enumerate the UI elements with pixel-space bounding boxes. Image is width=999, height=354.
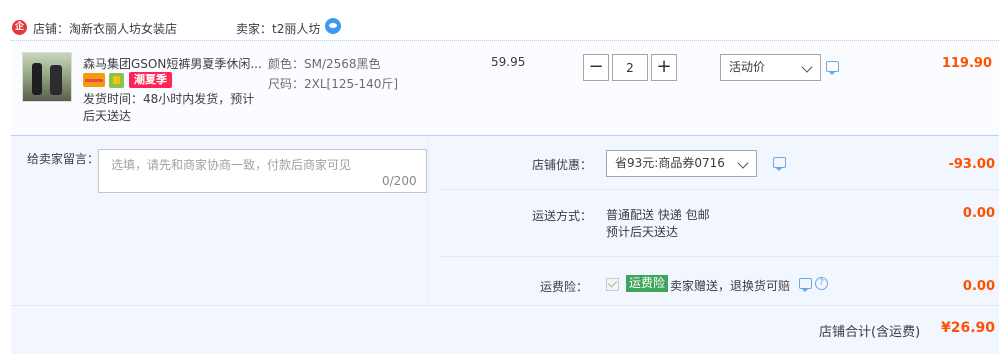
ship-time: 发货时间：48小时内发货，预计后天送达 <box>83 92 255 123</box>
quantity-decrease-button[interactable]: − <box>583 54 609 81</box>
delivery-method: 普通配送 快递 包邮 <box>606 208 710 222</box>
promotion-select-value: 活动价 <box>729 60 766 74</box>
message-placeholder: 选填，请先和商家协商一致，付款后商家可见 <box>111 158 352 172</box>
item-total: 119.90 <box>941 56 992 71</box>
product-thumbnail[interactable] <box>22 52 72 102</box>
discount-amount: -93.00 <box>948 157 995 172</box>
coupon-select[interactable]: 省93元:商品券0716 <box>606 150 757 177</box>
quantity-input[interactable] <box>612 54 648 81</box>
shop-name[interactable]: 店铺：淘新衣丽人坊女装店 <box>33 20 177 37</box>
coupon-select-value: 省93元:商品券0716 <box>615 156 725 170</box>
message-label: 给卖家留言： <box>27 152 100 166</box>
seller-name[interactable]: 卖家：t2丽人坊 <box>236 20 320 37</box>
shop-total-amount: ¥26.90 <box>940 320 995 336</box>
credit-card-icon <box>83 73 105 87</box>
chevron-down-icon <box>801 61 813 73</box>
divider <box>440 189 999 190</box>
chevron-down-icon <box>737 157 749 169</box>
promo-message-icon[interactable] <box>826 61 839 75</box>
delivery-label: 运送方式： <box>532 209 593 223</box>
sku-size: 尺码：2XL[125-140斤] <box>268 77 399 91</box>
product-title[interactable]: 森马集团GSON短裤男夏季休闲... <box>83 55 263 72</box>
shop-icon: 企 <box>12 20 27 35</box>
coupon-message-icon[interactable] <box>773 157 786 171</box>
delivery-info: 普通配送 快递 包邮 预计后天送达 <box>606 207 710 241</box>
delivery-eta: 预计后天送达 <box>606 225 679 239</box>
shop-total-label: 店铺合计(含运费) <box>819 325 921 340</box>
help-icon[interactable]: ? <box>815 277 828 290</box>
insurance-text: 卖家赠送，退换货可赔 <box>670 279 791 293</box>
insurance-checkbox[interactable] <box>606 278 619 291</box>
insurance-message-icon[interactable] <box>799 278 812 292</box>
insurance-amount: 0.00 <box>962 279 995 294</box>
wangwang-chat-icon[interactable] <box>325 18 341 34</box>
delivery-amount: 0.00 <box>962 206 995 221</box>
quantity-increase-button[interactable]: + <box>651 54 677 81</box>
promotion-select[interactable]: 活动价 <box>720 54 821 81</box>
gift-icon <box>109 73 124 88</box>
summer-badge: 潮夏季 <box>129 72 172 88</box>
discount-label: 店铺优惠： <box>532 158 593 172</box>
unit-price: 59.95 <box>491 55 526 69</box>
insurance-badge: 运费险 <box>626 275 669 292</box>
sku-color: 颜色：SM/2568黑色 <box>268 57 381 71</box>
divider <box>440 256 999 257</box>
message-char-count: 0/200 <box>382 174 417 188</box>
insurance-label: 运费险： <box>540 280 589 294</box>
